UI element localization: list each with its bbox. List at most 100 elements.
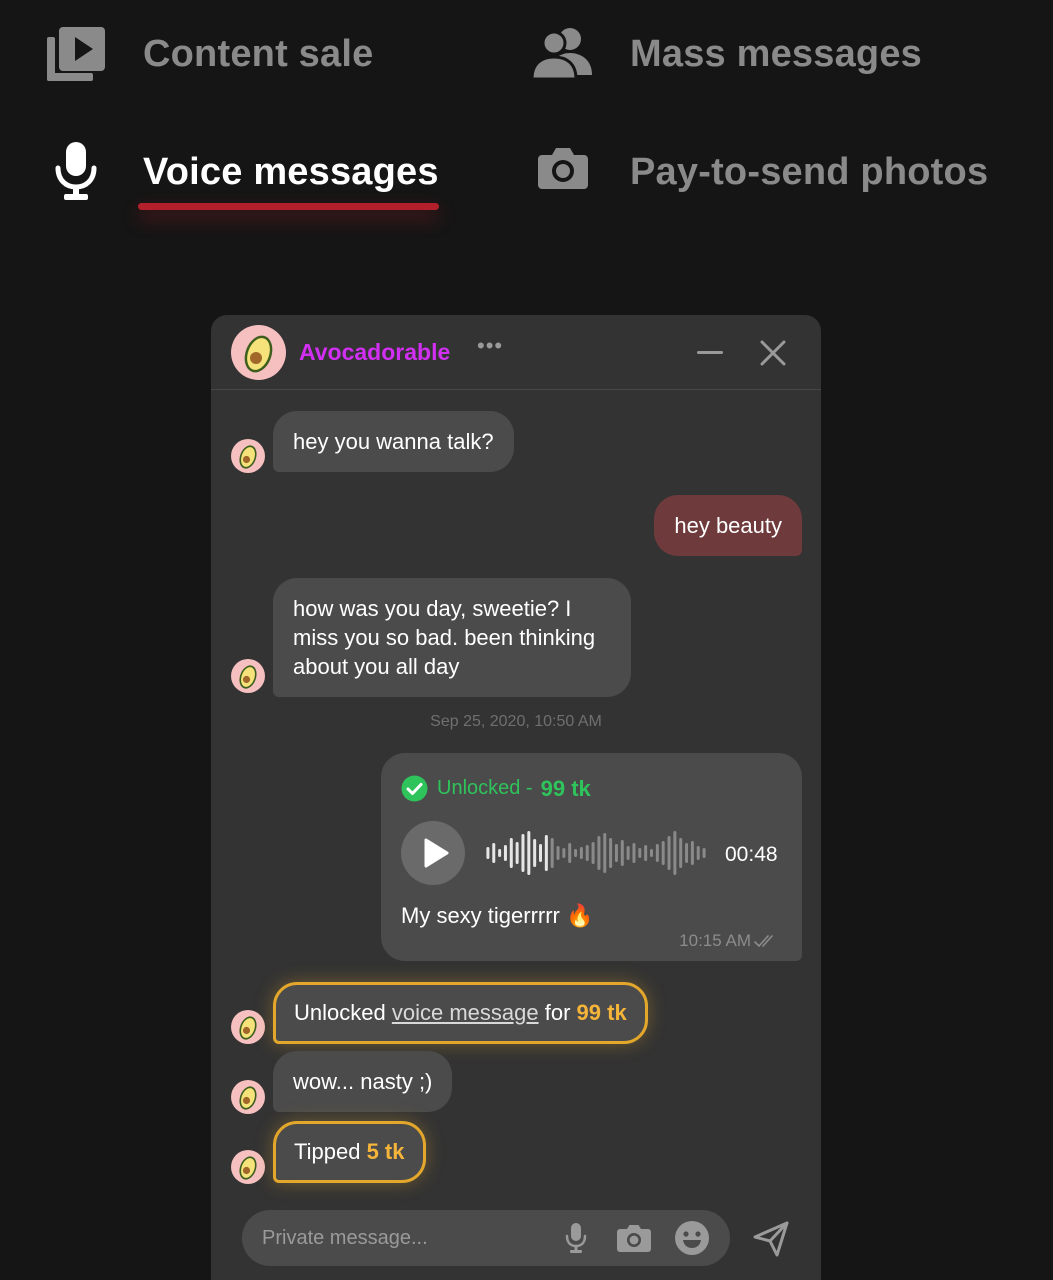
message-bubble-incoming: wow... nasty ;) — [273, 1051, 453, 1112]
tab-mass-messages[interactable]: Mass messages — [510, 0, 1030, 110]
waveform-bar — [614, 844, 618, 862]
waveform-bar — [679, 838, 683, 868]
waveform-bar — [609, 838, 613, 868]
video-library-icon — [47, 27, 105, 81]
tip-notice-bubble: Tipped 5 tk — [273, 1121, 426, 1183]
unlock-notice-price: 99 tk — [576, 1000, 627, 1025]
emoji-icon[interactable] — [674, 1220, 710, 1256]
avocado-icon — [239, 445, 257, 469]
waveform-bar — [644, 845, 648, 861]
unlock-notice-middle: for — [544, 1000, 571, 1025]
unlocked-status: Unlocked - 99 tk — [401, 775, 591, 802]
more-options-icon[interactable]: ••• — [477, 333, 503, 359]
close-icon[interactable] — [759, 339, 787, 367]
message-time-text: 10:15 AM — [679, 931, 751, 950]
avatar — [231, 659, 265, 693]
waveform-bar — [702, 848, 706, 858]
waveform-bar — [603, 833, 607, 873]
tab-label: Content sale — [143, 33, 374, 75]
message-timestamp: Sep 25, 2020, 10:50 AM — [430, 713, 602, 730]
chat-header: Avocadorable ••• — [211, 315, 821, 390]
waveform-bar — [539, 844, 542, 862]
waveform-bar — [661, 841, 665, 865]
camera-icon — [538, 148, 588, 189]
unlocked-price: 99 tk — [540, 775, 591, 801]
play-icon — [424, 838, 449, 868]
voice-caption: My sexy tigerrrrr 🔥 — [401, 903, 594, 928]
tab-pay-to-send-photos[interactable]: Pay-to-send photos — [510, 120, 1040, 220]
waveform[interactable] — [485, 825, 707, 881]
play-button[interactable] — [401, 821, 465, 885]
waveform-bar — [509, 838, 513, 868]
avocado-icon — [239, 1086, 257, 1110]
avocado-icon — [244, 335, 273, 373]
voice-duration: 00:48 — [725, 843, 778, 866]
voice-message-card: Unlocked - 99 tk 00:48 My sexy tigerrrrr… — [381, 753, 802, 961]
chat-username[interactable]: Avocadorable — [299, 339, 450, 366]
tip-notice-prefix: Tipped — [294, 1139, 361, 1164]
waveform-bar — [515, 842, 519, 864]
avocado-icon — [239, 1016, 257, 1040]
waveform-bar — [556, 846, 560, 860]
composer — [242, 1210, 730, 1266]
avocado-icon — [239, 1156, 257, 1180]
waveform-bar — [685, 843, 689, 863]
chat-window: Avocadorable ••• hey you wanna talk? hey… — [211, 315, 821, 1280]
waveform-bar — [597, 836, 601, 870]
waveform-bar — [579, 847, 583, 859]
waveform-bar — [632, 843, 636, 863]
tab-label: Voice messages — [143, 151, 439, 193]
waveform-bar — [544, 835, 548, 871]
message-bubble-incoming: how was you day, sweetie? I miss you so … — [273, 578, 631, 697]
waveform-bar — [620, 840, 624, 866]
avatar — [231, 1150, 265, 1184]
microphone-icon — [55, 142, 97, 200]
message-time: 10:15 AM — [679, 931, 780, 951]
waveform-bar — [626, 846, 630, 860]
waveform-bar — [521, 834, 525, 872]
tab-label: Mass messages — [630, 33, 923, 75]
waveform-bar — [550, 838, 554, 868]
waveform-bar — [655, 844, 659, 862]
send-icon[interactable] — [751, 1219, 791, 1259]
unlock-notice-bubble: Unlocked voice message for 99 tk — [273, 982, 648, 1044]
camera-icon[interactable] — [616, 1223, 652, 1253]
waveform-bar — [492, 843, 496, 863]
check-circle-icon — [401, 775, 428, 802]
avatar — [231, 1010, 265, 1044]
avatar — [231, 439, 265, 473]
waveform-bar — [503, 845, 507, 861]
waveform-bar — [498, 849, 502, 857]
avatar — [231, 1080, 265, 1114]
avatar[interactable] — [231, 325, 286, 380]
microphone-icon[interactable] — [564, 1222, 588, 1254]
minimize-icon[interactable] — [697, 351, 723, 354]
waveform-bar — [696, 846, 700, 860]
waveform-bar — [667, 836, 671, 870]
unlocked-label: Unlocked - — [437, 777, 533, 799]
waveform-bar — [690, 841, 694, 865]
waveform-bar — [673, 831, 677, 875]
waveform-bar — [585, 845, 589, 861]
avocado-icon — [239, 665, 257, 689]
voice-message-link[interactable]: voice message — [392, 1000, 539, 1025]
message-input[interactable] — [262, 1224, 562, 1252]
waveform-bar — [533, 839, 537, 867]
double-check-icon — [754, 935, 773, 948]
waveform-bar — [568, 843, 572, 863]
tab-content-sale[interactable]: Content sale — [0, 0, 500, 110]
waveform-bar — [527, 831, 531, 875]
active-tab-underline — [138, 203, 439, 210]
tab-label: Pay-to-send photos — [630, 151, 989, 193]
message-bubble-incoming: hey you wanna talk? — [273, 411, 514, 472]
waveform-bar — [650, 849, 653, 857]
waveform-bar — [574, 849, 578, 857]
waveform-bar — [591, 842, 595, 864]
unlock-notice-prefix: Unlocked — [294, 1000, 386, 1025]
users-icon — [530, 28, 592, 81]
tip-notice-amount: 5 tk — [366, 1139, 405, 1164]
waveform-bar — [486, 847, 490, 859]
waveform-bar — [638, 848, 642, 858]
message-bubble-outgoing: hey beauty — [654, 495, 802, 556]
waveform-bar — [562, 848, 566, 858]
